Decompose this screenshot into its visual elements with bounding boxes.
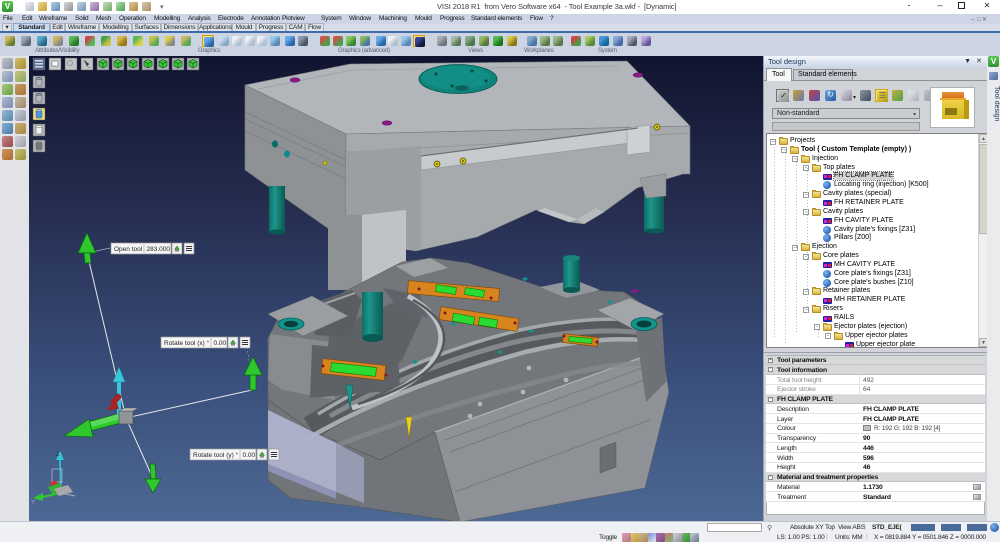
- svg-text:Open tool: Open tool: [114, 246, 143, 253]
- svg-text:Rotate tool (x) °: Rotate tool (x) °: [164, 339, 210, 347]
- svg-text:Rotate tool (y) °: Rotate tool (y) °: [193, 451, 239, 459]
- svg-text:283.000: 283.000: [147, 246, 171, 253]
- svg-text:Y: Y: [31, 500, 35, 506]
- svg-text:Z: Z: [56, 452, 60, 458]
- svg-text:0.00: 0.00: [243, 452, 256, 459]
- svg-text:0.00: 0.00: [214, 340, 227, 347]
